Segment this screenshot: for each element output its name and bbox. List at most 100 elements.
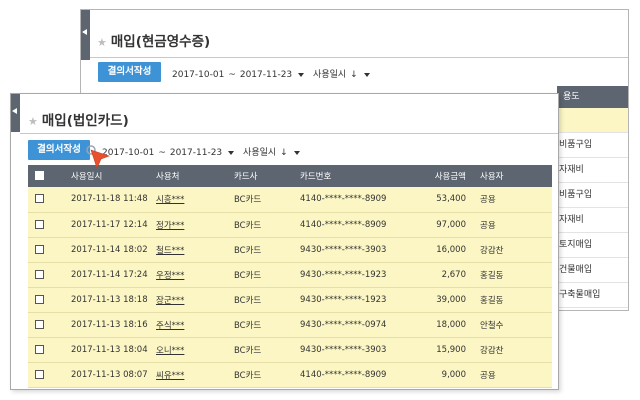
checkbox-icon[interactable]	[34, 171, 44, 180]
cell-merchant[interactable]: 우정***	[152, 262, 230, 288]
sort-direction[interactable]: ↓	[280, 148, 288, 158]
divider	[20, 133, 558, 134]
row-checkbox[interactable]	[28, 237, 50, 263]
cell-amount: 9,000	[422, 362, 470, 388]
corporate-card-window: ★ 매입(법인카드) 결의서작성 2017-10-01 ~2017-11-23 사용…	[10, 93, 559, 390]
card-transactions-table: 사용일시 사용처 카드사 카드번호 사용금액 사용자 2017-11-18 11…	[28, 165, 552, 388]
sort-field[interactable]: 사용일시	[313, 70, 346, 80]
cell-card-number: 9430-****-****-3903	[296, 337, 422, 363]
chevron-down-icon[interactable]	[228, 150, 235, 155]
cell-merchant[interactable]: 주식***	[152, 312, 230, 338]
cell-card-number-text: 9430-****-****-3903	[300, 244, 387, 255]
cell-merchant[interactable]: 씨유***	[152, 362, 230, 388]
table-row[interactable]: 2017-11-13 18:18 장군*** BC카드 9430-****-****-…	[28, 287, 552, 313]
checkbox-icon[interactable]	[34, 369, 44, 379]
chevron-left-icon	[12, 108, 17, 114]
cell-user-text: 공용	[480, 195, 496, 206]
cell-amount: 15,900	[422, 337, 470, 363]
checkbox-icon[interactable]	[34, 244, 44, 254]
divider	[90, 57, 628, 58]
chevron-down-icon[interactable]	[363, 72, 370, 77]
row-checkbox[interactable]	[28, 337, 50, 363]
cell-card-company-text: BC카드	[234, 245, 262, 256]
cell-user-text: 홍길동	[480, 295, 504, 306]
date-to[interactable]: 2017-11-23	[240, 70, 292, 80]
cell-amount: 53,400	[422, 187, 470, 213]
date-to[interactable]: 2017-11-23	[170, 148, 222, 158]
cell-merchant[interactable]: 철드***	[152, 237, 230, 263]
cell-amount: 16,000	[422, 237, 470, 263]
table-row[interactable]: 2017-11-13 08:07 씨유*** BC카드 4140-****-****-…	[28, 362, 552, 388]
cell-user-text: 홍길동	[480, 270, 504, 281]
page-title: ★ 매입(법인카드)	[28, 113, 129, 129]
collapse-panel-tab[interactable]	[81, 10, 90, 60]
checkbox-icon[interactable]	[34, 269, 44, 279]
checkbox-icon[interactable]	[34, 319, 44, 329]
table-row[interactable]: 2017-11-17 12:14 정가*** BC카드 4140-****-****-…	[28, 212, 552, 238]
cell-card-number-text: 4140-****-****-8909	[300, 369, 387, 380]
table-row[interactable]: 2017-11-18 11:48 시흥*** BC카드 4140-****-****-…	[28, 187, 552, 213]
checkbox-icon[interactable]	[34, 194, 44, 204]
table-row[interactable]: 2017-11-13 18:16 주식*** BC카드 9430-****-****-…	[28, 312, 552, 338]
row-checkbox[interactable]	[28, 312, 50, 338]
sort-direction[interactable]: ↓	[350, 70, 358, 80]
cell-card-company: BC카드	[230, 312, 296, 338]
cell-merchant[interactable]: 장군***	[152, 287, 230, 313]
purpose-cell: 자재비	[557, 158, 628, 183]
cell-merchant-text[interactable]: 철드***	[156, 246, 184, 256]
table-row[interactable]: 2017-11-13 18:04 오니*** BC카드 9430-****-****-…	[28, 337, 552, 363]
collapse-panel-tab[interactable]	[11, 94, 20, 132]
cell-card-company: BC카드	[230, 187, 296, 213]
table-row[interactable]: 2017-11-14 18:02 철드*** BC카드 9430-****-****-…	[28, 237, 552, 263]
column-header-card-number[interactable]: 카드번호	[296, 165, 422, 187]
row-checkbox[interactable]	[28, 287, 50, 313]
checkbox-icon[interactable]	[34, 294, 44, 304]
cell-merchant-text[interactable]: 장군***	[156, 296, 184, 306]
table-row[interactable]: 2017-11-14 17:24 우정*** BC카드 9430-****-****-…	[28, 262, 552, 288]
cell-card-company-text: BC카드	[234, 270, 262, 281]
create-resolution-button[interactable]: 결의서작성	[98, 62, 161, 82]
row-checkbox[interactable]	[28, 362, 50, 388]
date-from[interactable]: 2017-10-01	[172, 70, 224, 80]
column-header-purpose: 용도	[557, 86, 628, 108]
star-icon[interactable]: ★	[28, 115, 38, 128]
cell-merchant-text[interactable]: 씨유***	[156, 371, 184, 381]
column-header-card-company[interactable]: 카드사	[230, 165, 296, 187]
column-header-user[interactable]: 사용자	[470, 165, 552, 187]
row-checkbox[interactable]	[28, 262, 50, 288]
create-resolution-button[interactable]: 결의서작성	[28, 140, 90, 160]
cell-datetime: 2017-11-13 08:07	[50, 362, 152, 388]
cell-merchant-text[interactable]: 우정***	[156, 271, 184, 281]
cell-user-text: 안철수	[480, 320, 504, 331]
cell-merchant[interactable]: 오니***	[152, 337, 230, 363]
select-all-checkbox[interactable]	[28, 165, 50, 187]
cell-merchant[interactable]: 정가***	[152, 212, 230, 238]
cell-merchant-text[interactable]: 주식***	[156, 321, 184, 331]
checkbox-icon[interactable]	[34, 219, 44, 229]
column-header-amount[interactable]: 사용금액	[422, 165, 470, 187]
cell-datetime-text: 2017-11-13 08:07	[71, 369, 148, 380]
cell-card-number: 9430-****-****-1923	[296, 262, 422, 288]
star-icon[interactable]: ★	[97, 36, 107, 49]
column-header-merchant[interactable]: 사용처	[152, 165, 230, 187]
row-checkbox[interactable]	[28, 212, 50, 238]
cell-user: 공용	[470, 212, 552, 238]
cell-amount-text: 97,000	[436, 219, 466, 230]
cell-merchant-text[interactable]: 시흥***	[156, 195, 184, 205]
chevron-down-icon[interactable]	[293, 150, 300, 155]
cell-datetime: 2017-11-13 18:16	[50, 312, 152, 338]
chevron-down-icon[interactable]	[298, 72, 305, 77]
cell-datetime-text: 2017-11-17 12:14	[71, 219, 148, 230]
purpose-cell: 건물매입	[557, 258, 628, 283]
cell-merchant-text[interactable]: 정가***	[156, 221, 184, 231]
sort-field[interactable]: 사용일시	[243, 148, 276, 158]
cell-merchant-text[interactable]: 오니***	[156, 346, 184, 356]
checkbox-icon[interactable]	[34, 344, 44, 354]
cell-amount: 2,670	[422, 262, 470, 288]
cell-card-number: 9430-****-****-0974	[296, 312, 422, 338]
cell-merchant[interactable]: 시흥***	[152, 187, 230, 213]
cell-datetime: 2017-11-13 18:04	[50, 337, 152, 363]
row-checkbox[interactable]	[28, 187, 50, 213]
cell-card-number: 4140-****-****-8909	[296, 362, 422, 388]
cell-datetime-text: 2017-11-13 18:16	[71, 319, 148, 330]
